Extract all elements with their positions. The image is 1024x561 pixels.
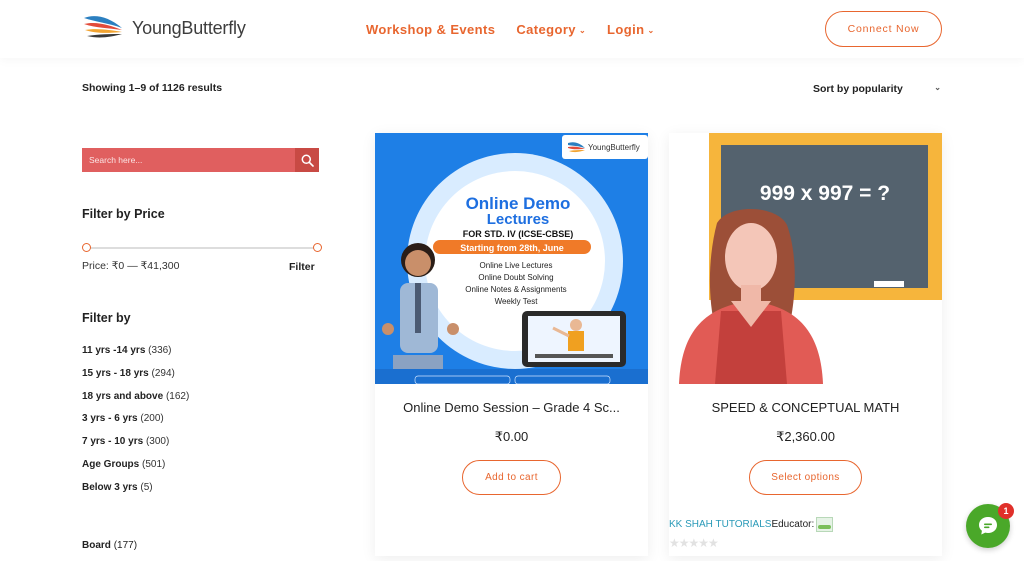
nav-label: Login [607,22,645,37]
nav-workshop-events[interactable]: Workshop & Events [366,22,495,37]
promo-bullet: Online Notes & Assignments [465,285,566,294]
list-item: 3 yrs - 6 yrs (200) [82,413,189,436]
filter-term-link[interactable]: 15 yrs - 18 yrs [82,368,149,379]
list-item: 7 yrs - 10 yrs (300) [82,436,189,459]
butterfly-logo-icon [84,16,122,38]
filter-count: (300) [145,436,170,448]
slider-handle-min[interactable] [82,243,91,252]
search-icon [301,154,314,167]
search-button[interactable] [295,148,319,172]
filter-button[interactable]: Filter [289,261,315,273]
product-card: 999 x 997 = ? SPEED & CONCEPTUAL MATH ₹2… [669,133,942,556]
chat-bubble-icon [979,517,997,535]
search-input[interactable] [82,148,295,172]
filter-term-link[interactable]: 7 yrs - 10 yrs [82,436,143,447]
site-header: YoungButterfly Workshop & Events Categor… [0,0,1024,58]
vendor-row: KK SHAH TUTORIALS Educator: [669,517,834,532]
product-title[interactable]: SPEED & CONCEPTUAL MATH [669,400,942,415]
filter-count: (294) [151,367,175,379]
filter-count: (162) [165,390,190,402]
list-item: Below 3 yrs (5) [82,482,189,505]
vendor-link[interactable]: KK SHAH TUTORIALS [669,519,771,530]
product-card: YoungButterfly Online Demo Lectures FOR … [375,133,648,556]
nav-login[interactable]: Login ⌄ [607,22,655,37]
filter-term-link[interactable]: Age Groups [82,459,139,470]
main-nav: Workshop & Events Category ⌄ Login ⌄ [366,22,655,37]
promo-heading-line2: Lectures [487,211,550,228]
list-item: 11 yrs -14 yrs (336) [82,345,189,368]
chat-notification-badge: 1 [998,503,1014,519]
filter-term-link[interactable]: 11 yrs -14 yrs [82,345,145,356]
blackboard-text: 999 x 997 = ? [760,182,890,205]
filter-by-list: 11 yrs -14 yrs (336) 15 yrs - 18 yrs (29… [82,345,189,505]
filter-count: (336) [148,345,172,356]
filter-term-link[interactable]: 3 yrs - 6 yrs [82,413,138,424]
promo-bullet: Weekly Test [495,297,539,306]
add-to-cart-button[interactable]: Add to cart [462,460,561,495]
promo-date-banner: Starting from 28th, June [460,243,564,253]
sort-value: Sort by popularity [813,83,903,95]
product-price: ₹2,360.00 [776,429,835,444]
educator-label: Educator: [771,519,815,530]
slider-handle-max[interactable] [313,243,322,252]
filter-count: (5) [140,481,153,493]
product-title[interactable]: Online Demo Session – Grade 4 Sc... [375,400,648,415]
chevron-down-icon: ⌄ [647,26,655,35]
math-class-image: 999 x 997 = ? [669,133,942,384]
results-count: Showing 1–9 of 1126 results [82,82,223,94]
promo-logo-text: YoungButterfly [588,143,640,152]
demo-lecture-promo-image: YoungButterfly Online Demo Lectures FOR … [375,133,648,384]
select-options-button[interactable]: Select options [749,460,862,495]
price-slider[interactable] [82,243,322,253]
board-filter-item: Board (177) [82,540,137,551]
site-logo[interactable]: YoungButterfly [82,12,246,44]
chevron-down-icon: ⌄ [934,83,941,92]
list-item: 15 yrs - 18 yrs (294) [82,368,189,391]
product-image[interactable]: 999 x 997 = ? [669,133,942,384]
nav-label: Category [516,22,576,37]
filter-count: (501) [142,458,166,470]
product-price: ₹0.00 [494,429,529,444]
connect-now-button[interactable]: Connect Now [825,11,942,47]
filter-count: (200) [140,413,164,425]
filter-term-link[interactable]: Board [82,540,111,551]
filter-by-title: Filter by [82,311,131,325]
promo-bullet: Online Doubt Solving [478,273,553,282]
price-filter-title: Filter by Price [82,207,165,221]
educator-badge-icon [816,517,834,532]
nav-category[interactable]: Category ⌄ [516,22,586,37]
sort-select[interactable]: Sort by popularity ⌄ [813,83,941,95]
list-item: Age Groups (501) [82,459,189,482]
chevron-down-icon: ⌄ [578,26,587,35]
filter-term-link[interactable]: Below 3 yrs [82,482,138,493]
filter-count: (177) [113,540,138,551]
slider-track [86,247,316,249]
product-search [82,148,319,172]
product-image[interactable]: YoungButterfly Online Demo Lectures FOR … [375,133,648,384]
rating-stars: ★★★★★ [669,536,719,550]
nav-label: Workshop & Events [366,22,496,37]
price-range-text: Price: ₹0 — ₹41,300 [82,260,180,272]
promo-subheading: FOR STD. IV (ICSE-CBSE) [463,229,574,239]
promo-bullet: Online Live Lectures [480,261,553,270]
logo-text: YoungButterfly [132,17,246,38]
list-item: 18 yrs and above (162) [82,391,189,414]
filter-term-link[interactable]: 18 yrs and above [82,391,163,402]
